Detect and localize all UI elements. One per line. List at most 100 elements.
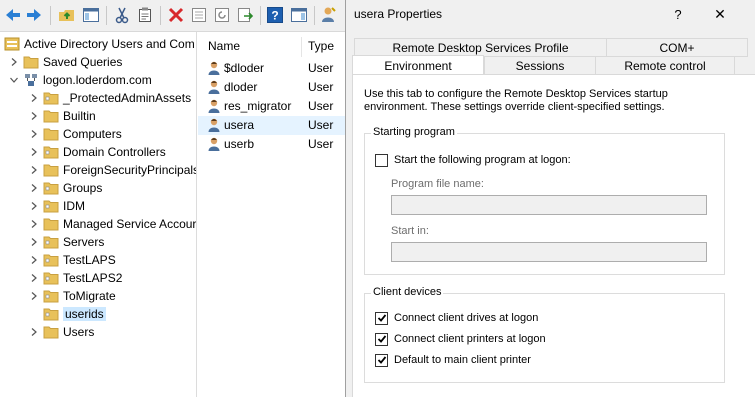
tree-item-computers[interactable]: Computers bbox=[28, 125, 122, 143]
delegate-control-icon[interactable] bbox=[320, 6, 338, 24]
properties-icon[interactable] bbox=[190, 6, 208, 24]
tree-item-foreign-security-principals[interactable]: ForeignSecurityPrincipals bbox=[28, 161, 196, 179]
tree-item-label: Users bbox=[63, 325, 95, 339]
folder-icon bbox=[43, 126, 59, 142]
chevron-right-icon[interactable] bbox=[28, 269, 40, 287]
tree-item-builtin[interactable]: Builtin bbox=[28, 107, 96, 125]
list-row-type: User bbox=[308, 61, 334, 75]
organizational-unit-icon bbox=[43, 270, 59, 286]
tree-item-label: Groups bbox=[63, 181, 103, 195]
tree-item-users[interactable]: Users bbox=[28, 323, 94, 341]
refresh-icon[interactable] bbox=[213, 6, 231, 24]
start-program-checkbox-row[interactable]: Start the following program at logon: bbox=[375, 153, 571, 167]
list-row[interactable]: res_migrator User bbox=[198, 97, 347, 116]
column-divider[interactable] bbox=[301, 37, 302, 57]
chevron-right-icon[interactable] bbox=[28, 251, 40, 269]
program-file-name-input[interactable] bbox=[391, 195, 707, 215]
tree-item-label: _ProtectedAdminAssets bbox=[63, 91, 192, 105]
group-legend: Client devices bbox=[371, 286, 444, 298]
svg-text:?: ? bbox=[271, 9, 278, 23]
list-row[interactable]: $dloder User bbox=[198, 59, 347, 78]
checkmark-icon bbox=[377, 335, 386, 343]
tree-item-groups[interactable]: Groups bbox=[28, 179, 102, 197]
tree-item-tomigrate[interactable]: ToMigrate bbox=[28, 287, 116, 305]
tree-item-label: Saved Queries bbox=[43, 55, 123, 69]
checkmark-icon bbox=[377, 314, 386, 322]
chevron-right-icon[interactable] bbox=[28, 107, 40, 125]
chevron-right-icon[interactable] bbox=[28, 287, 40, 305]
list-row[interactable]: dloder User bbox=[198, 78, 347, 97]
up-folder-icon[interactable] bbox=[58, 6, 76, 24]
tree-item-testlaps[interactable]: TestLAPS bbox=[28, 251, 116, 269]
show-hide-action-pane-icon[interactable] bbox=[290, 6, 308, 24]
tree-item-managed-service-accounts[interactable]: Managed Service Accour bbox=[28, 215, 196, 233]
program-file-name-label: Program file name: bbox=[391, 178, 484, 190]
back-arrow-icon[interactable] bbox=[4, 6, 22, 24]
tree-item-label: Managed Service Accour bbox=[63, 217, 197, 231]
tree-item-label: Computers bbox=[63, 127, 122, 141]
tree-item-domain-controllers[interactable]: Domain Controllers bbox=[28, 143, 166, 161]
tab-com-plus[interactable]: COM+ bbox=[606, 38, 748, 57]
list-row-name: userb bbox=[224, 137, 255, 151]
chevron-right-icon[interactable] bbox=[28, 143, 40, 161]
tab-environment[interactable]: Environment bbox=[352, 55, 484, 75]
tree-root-node[interactable]: Active Directory Users and Com bbox=[4, 35, 195, 53]
close-button[interactable]: ✕ bbox=[706, 3, 734, 25]
help-icon[interactable]: ? bbox=[266, 6, 284, 24]
tree-item-servers[interactable]: Servers bbox=[28, 233, 104, 251]
tree-item-domain[interactable]: logon.loderdom.com bbox=[8, 71, 152, 89]
tree-item-userids[interactable]: userids bbox=[28, 305, 106, 323]
list-row-type: User bbox=[308, 80, 334, 94]
connect-drives-checkbox-row[interactable]: Connect client drives at logon bbox=[375, 311, 538, 325]
chevron-right-icon[interactable] bbox=[28, 233, 40, 251]
tree-item-saved-queries[interactable]: Saved Queries bbox=[8, 53, 122, 71]
connect-printers-checkbox-row[interactable]: Connect client printers at logon bbox=[375, 332, 546, 346]
dialog-title: usera Properties bbox=[354, 7, 443, 21]
connect-drives-checkbox[interactable] bbox=[375, 311, 388, 325]
default-printer-checkbox[interactable] bbox=[375, 353, 388, 367]
chevron-right-icon[interactable] bbox=[28, 197, 40, 215]
list-header: Name Type bbox=[198, 37, 347, 57]
tree-item-idm[interactable]: IDM bbox=[28, 197, 85, 215]
column-header-type[interactable]: Type bbox=[308, 39, 334, 53]
chevron-right-icon[interactable] bbox=[28, 161, 40, 179]
toolbar-separator bbox=[260, 6, 261, 25]
help-button[interactable]: ? bbox=[664, 3, 692, 25]
checkmark-icon bbox=[377, 356, 386, 364]
tree-item-testlaps2[interactable]: TestLAPS2 bbox=[28, 269, 122, 287]
chevron-right-icon[interactable] bbox=[28, 179, 40, 197]
tree-item-protected-admin-assets[interactable]: _ProtectedAdminAssets bbox=[28, 89, 191, 107]
forward-arrow-icon[interactable] bbox=[25, 6, 43, 24]
chevron-down-icon[interactable] bbox=[8, 71, 20, 89]
start-in-input[interactable] bbox=[391, 242, 707, 262]
environment-tab-panel: Use this tab to configure the Remote Des… bbox=[352, 74, 755, 397]
connect-printers-checkbox[interactable] bbox=[375, 332, 388, 346]
delete-icon[interactable] bbox=[167, 6, 185, 24]
organizational-unit-icon bbox=[43, 234, 59, 250]
folder-icon bbox=[43, 108, 59, 124]
tab-sessions[interactable]: Sessions bbox=[484, 56, 596, 75]
show-hide-console-tree-icon[interactable] bbox=[82, 6, 100, 24]
export-list-icon[interactable] bbox=[236, 6, 254, 24]
toolbar-separator bbox=[314, 6, 315, 25]
organizational-unit-icon bbox=[43, 90, 59, 106]
organizational-unit-icon bbox=[43, 306, 59, 322]
organizational-unit-icon bbox=[43, 252, 59, 268]
start-program-checkbox[interactable] bbox=[375, 153, 388, 167]
list-row[interactable]: usera User bbox=[198, 116, 347, 135]
toolbar-separator bbox=[160, 6, 161, 25]
results-list: Name Type $dloder User dloder User res_m… bbox=[198, 32, 347, 397]
copy-icon[interactable] bbox=[136, 6, 154, 24]
list-row[interactable]: userb User bbox=[198, 135, 347, 154]
chevron-right-icon[interactable] bbox=[28, 323, 40, 341]
tab-remote-control[interactable]: Remote control bbox=[595, 56, 735, 75]
chevron-right-icon[interactable] bbox=[28, 89, 40, 107]
default-printer-checkbox-row[interactable]: Default to main client printer bbox=[375, 353, 531, 367]
list-row-name: usera bbox=[224, 118, 255, 132]
column-header-name[interactable]: Name bbox=[208, 39, 240, 53]
cut-icon[interactable] bbox=[113, 6, 131, 24]
chevron-right-icon[interactable] bbox=[28, 215, 40, 233]
chevron-right-icon[interactable] bbox=[28, 125, 40, 143]
tree-item-label: Builtin bbox=[63, 109, 96, 123]
chevron-right-icon[interactable] bbox=[8, 53, 20, 71]
